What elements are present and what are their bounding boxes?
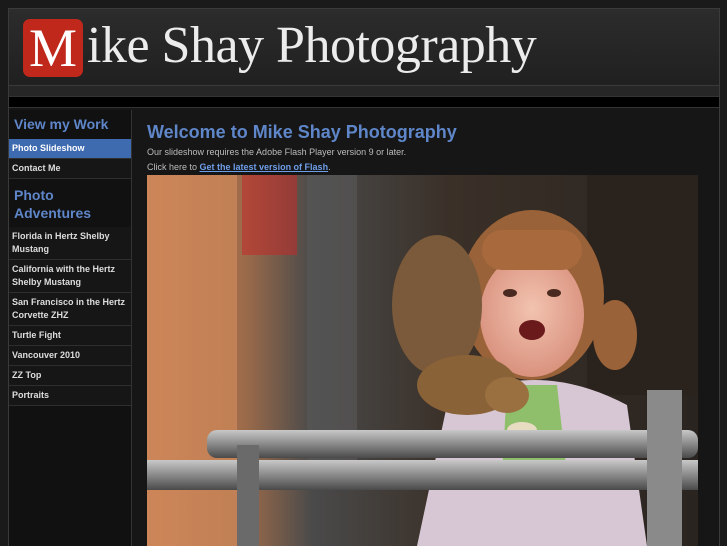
flash-get-line: Click here to Get the latest version of … xyxy=(147,162,331,172)
header-divider xyxy=(9,86,719,96)
flash-suffix: . xyxy=(328,162,331,172)
page-title: Welcome to Mike Shay Photography xyxy=(147,122,457,142)
sidebar-item-san-francisco[interactable]: San Francisco in the Hertz Corvette ZHZ xyxy=(9,293,131,326)
main-content: Welcome to Mike Shay Photography Our sli… xyxy=(132,110,719,546)
adventures-nav: Florida in Hertz Shelby Mustang Californ… xyxy=(9,227,131,406)
flash-prefix: Click here to xyxy=(147,162,200,172)
sidebar-item-contact-me[interactable]: Contact Me xyxy=(9,159,131,179)
sidebar-item-florida[interactable]: Florida in Hertz Shelby Mustang xyxy=(9,227,131,260)
sidebar-item-turtle-fight[interactable]: Turtle Fight xyxy=(9,326,131,346)
page-frame: M ike Shay Photography View my Work Phot… xyxy=(8,8,720,546)
sidebar: View my Work Photo Slideshow Contact Me … xyxy=(9,110,132,546)
slideshow-photo[interactable] xyxy=(147,175,698,546)
sidebar-item-portraits[interactable]: Portraits xyxy=(9,386,131,406)
sidebar-heading-adventures: Photo Adventures xyxy=(14,187,92,221)
sidebar-item-vancouver[interactable]: Vancouver 2010 xyxy=(9,346,131,366)
flash-notice: Our slideshow requires the Adobe Flash P… xyxy=(147,147,407,157)
sidebar-heading-work: View my Work xyxy=(14,116,109,132)
site-header: M ike Shay Photography xyxy=(9,9,719,86)
logo-mark[interactable]: M xyxy=(23,19,83,77)
top-navbar xyxy=(9,96,719,108)
sidebar-item-zz-top[interactable]: ZZ Top xyxy=(9,366,131,386)
work-nav: Photo Slideshow Contact Me xyxy=(9,139,131,179)
sidebar-item-california[interactable]: California with the Hertz Shelby Mustang xyxy=(9,260,131,293)
get-flash-link[interactable]: Get the latest version of Flash xyxy=(200,162,329,172)
photo-girl-and-squirrel xyxy=(147,175,698,546)
site-title[interactable]: ike Shay Photography xyxy=(87,15,537,77)
sidebar-item-photo-slideshow[interactable]: Photo Slideshow xyxy=(9,139,131,159)
